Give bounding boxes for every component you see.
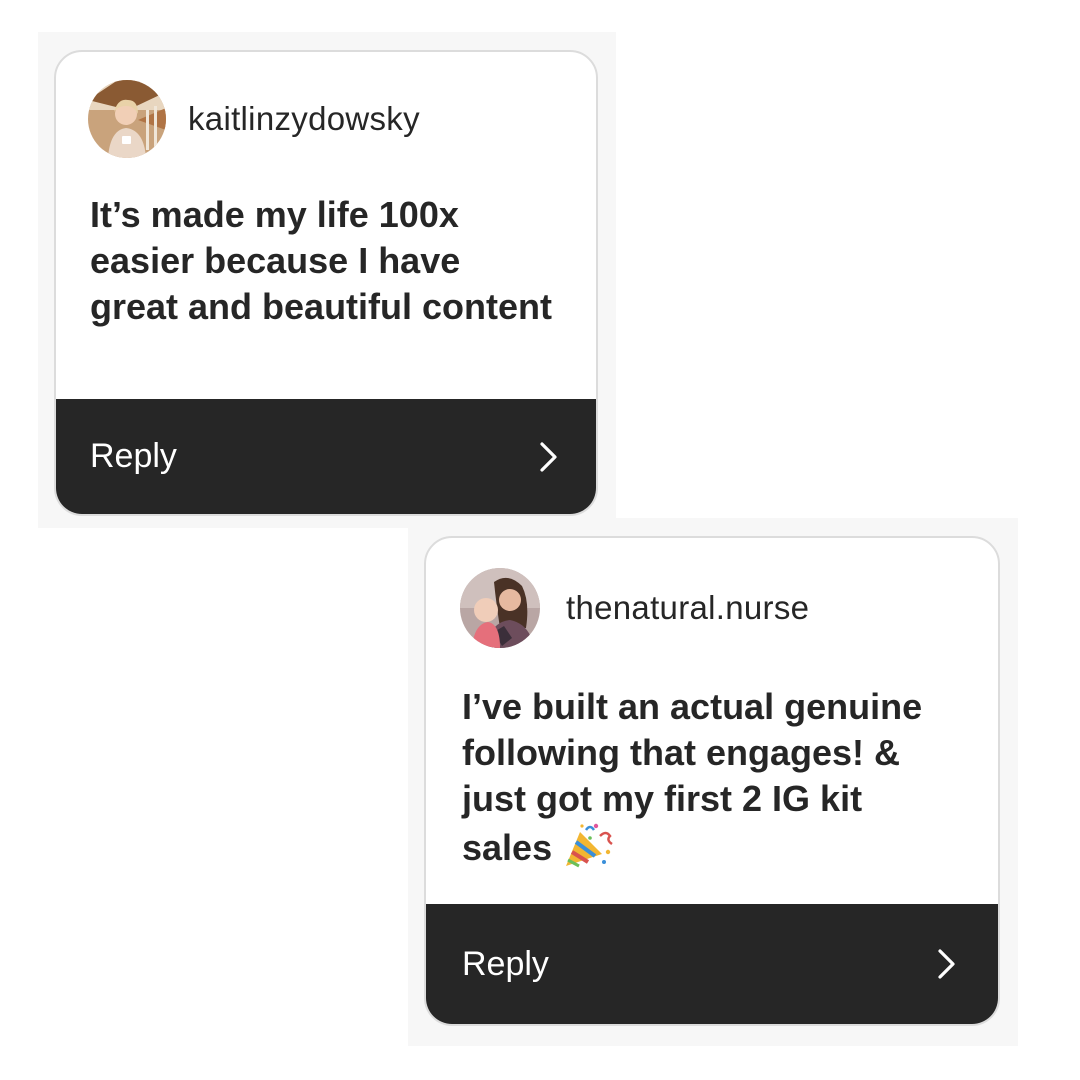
card-header: thenatural.nurse — [426, 538, 998, 648]
card-header: kaitlinzydowsky — [56, 52, 596, 158]
stage: kaitlinzydowsky It’s made my life 100x e… — [0, 0, 1080, 1080]
chevron-right-icon — [938, 949, 955, 979]
message-card: thenatural.nurse I’ve built an actual ge… — [424, 536, 1000, 1026]
message-text: It’s made my life 100x easier because I … — [90, 194, 553, 327]
reply-button[interactable]: Reply — [426, 904, 998, 1024]
reply-button[interactable]: Reply — [56, 399, 596, 514]
avatar[interactable] — [460, 568, 540, 648]
reply-label: Reply — [90, 437, 177, 475]
avatar[interactable] — [88, 80, 166, 158]
username[interactable]: thenatural.nurse — [566, 589, 809, 627]
chevron-right-icon — [540, 441, 557, 472]
avatar-photo-icon — [460, 568, 540, 648]
avatar-photo-icon — [88, 80, 166, 158]
party-popper-icon — [566, 823, 613, 868]
username[interactable]: kaitlinzydowsky — [188, 100, 420, 138]
reply-label: Reply — [462, 944, 549, 983]
message-body: I’ve built an actual genuine following t… — [462, 686, 923, 868]
message-card: kaitlinzydowsky It’s made my life 100x e… — [54, 50, 598, 516]
message-text: I’ve built an actual genuine following t… — [426, 648, 998, 871]
